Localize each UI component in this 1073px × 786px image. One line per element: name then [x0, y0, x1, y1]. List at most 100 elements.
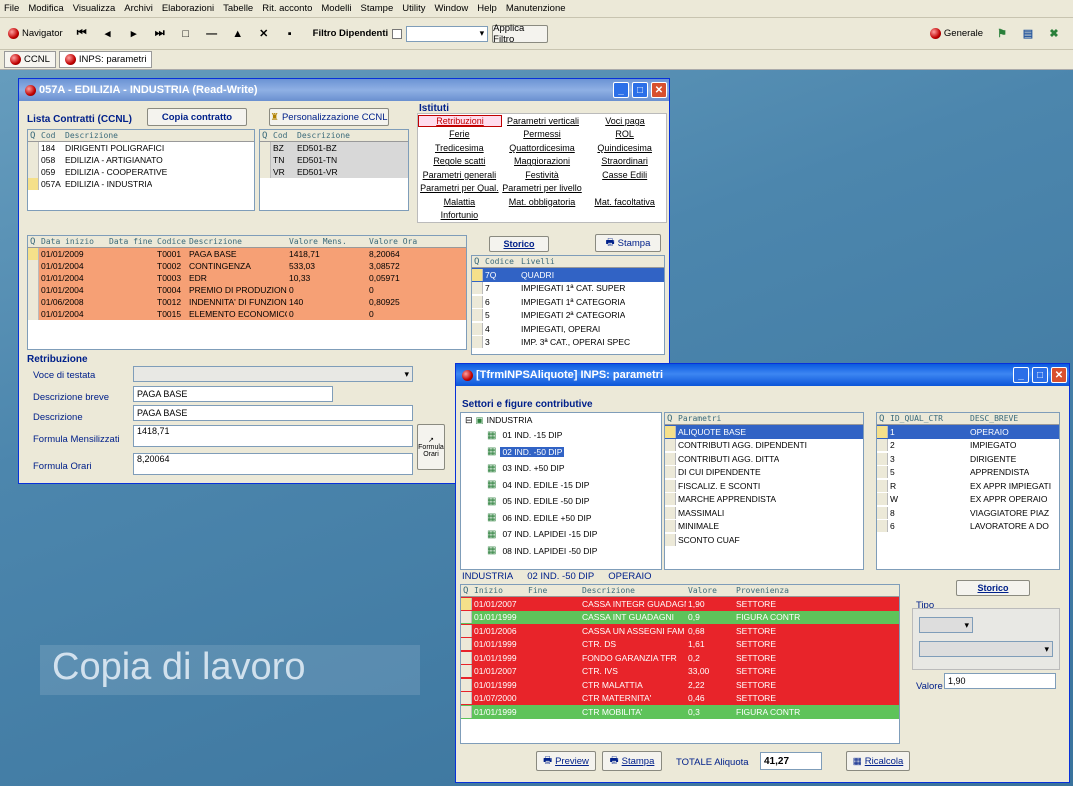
tipo-select-2[interactable]: ▾: [919, 641, 1053, 657]
table-row[interactable]: 8 VIAGGIATORE PIAZ: [877, 506, 1059, 520]
tree-root[interactable]: ⊟ ▣ INDUSTRIA: [461, 413, 661, 427]
table-row[interactable]: 01/01/1999 CTR MOBILITA' 0,3 FIGURA CONTR: [461, 705, 899, 719]
desc-breve-field[interactable]: PAGA BASE: [133, 386, 333, 402]
storico-button[interactable]: Storico: [489, 236, 549, 252]
descrizione-field[interactable]: PAGA BASE: [133, 405, 413, 421]
table-row[interactable]: 058 EDILIZIA - ARTIGIANATO: [28, 154, 254, 166]
table-row[interactable]: R EX APPR IMPIEGATI: [877, 479, 1059, 493]
cancel-icon[interactable]: ✕: [253, 23, 275, 45]
menu-item[interactable]: Tabelle: [223, 3, 253, 14]
inps-storico-button[interactable]: Storico: [956, 580, 1030, 596]
istituto-link[interactable]: Tredicesima: [418, 143, 501, 153]
table-row[interactable]: 059 EDILIZIA - COOPERATIVE: [28, 166, 254, 178]
next-record-icon[interactable]: ▸: [123, 23, 145, 45]
istituto-link[interactable]: Parametri per Qual.: [418, 183, 501, 193]
istituto-link[interactable]: Casse Edili: [583, 170, 666, 180]
tree-item[interactable]: ▦ 07 IND. LAPIDEI -15 DIP: [461, 526, 661, 543]
tree-item[interactable]: ▦ 03 IND. +50 DIP: [461, 460, 661, 477]
table-row[interactable]: 4 IMPIEGATI, OPERAI: [472, 322, 664, 336]
menu-item[interactable]: Window: [434, 3, 468, 14]
menu-item[interactable]: Utility: [402, 3, 425, 14]
last-record-icon[interactable]: ⏭: [149, 23, 171, 45]
inps-stampa-button[interactable]: 🖶 Stampa: [602, 751, 662, 771]
table-row[interactable]: 01/06/2008 T0012 INDENNITA' DI FUNZIONE 140…: [28, 296, 466, 308]
tool-icon-1[interactable]: ⚑: [991, 23, 1013, 45]
delete-record-icon[interactable]: —: [201, 23, 223, 45]
table-row[interactable]: 01/07/2000 CTR MATERNITA' 0,46 SETTORE: [461, 691, 899, 705]
minimize-icon[interactable]: _: [613, 82, 629, 98]
tree-item[interactable]: ▦ 02 IND. -50 DIP: [461, 444, 661, 461]
istituto-link[interactable]: Regole scatti: [418, 156, 501, 166]
istituto-link[interactable]: Mat. facoltativa: [583, 197, 666, 207]
table-row[interactable]: 5 IMPIEGATI 2ª CATEGORIA: [472, 309, 664, 323]
table-row[interactable]: MASSIMALI: [665, 506, 863, 520]
istituto-link[interactable]: Quattordicesima: [501, 143, 584, 153]
table-row[interactable]: 01/01/1999 CASSA INT GUADAGNI 0,9 FIGURA CO…: [461, 610, 899, 624]
table-row[interactable]: FISCALIZ. E SCONTI: [665, 479, 863, 493]
menu-item[interactable]: Archivi: [124, 3, 153, 14]
istituto-link[interactable]: Parametri per livello: [501, 183, 584, 193]
prev-record-icon[interactable]: ◂: [97, 23, 119, 45]
table-row[interactable]: 01/01/2006 CASSA UN ASSEGNI FAM 0,68 SETTOR…: [461, 624, 899, 638]
tree-item[interactable]: ▦ 01 IND. -15 DIP: [461, 427, 661, 444]
table-row[interactable]: 01/01/2009 T0001 PAGA BASE 1418,71 8,20064: [28, 248, 466, 260]
table-row[interactable]: 7Q QUADRI: [472, 268, 664, 282]
menu-item[interactable]: Visualizza: [73, 3, 116, 14]
tree-item[interactable]: ▦ 05 IND. EDILE -50 DIP: [461, 493, 661, 510]
table-row[interactable]: SCONTO CUAF: [665, 533, 863, 547]
close-icon[interactable]: ✕: [1051, 367, 1067, 383]
table-row[interactable]: 01/01/2004 T0015 ELEMENTO ECONOMICO 0 0: [28, 308, 466, 320]
table-row[interactable]: 01/01/1999 CTR. DS 1,61 SETTORE: [461, 637, 899, 651]
istituto-link[interactable]: Ferie: [418, 129, 501, 139]
first-record-icon[interactable]: ⏮: [71, 23, 93, 45]
istituto-link[interactable]: Infortunio: [418, 210, 501, 220]
table-row[interactable]: W EX APPR OPERAIO: [877, 493, 1059, 507]
menu-item[interactable]: Modifica: [28, 3, 63, 14]
valore-field[interactable]: 1,90: [944, 673, 1056, 689]
menu-item[interactable]: Elaborazioni: [162, 3, 214, 14]
navigator-button[interactable]: Navigator: [4, 23, 67, 45]
save-icon[interactable]: ▪: [279, 23, 301, 45]
tab-ccnl[interactable]: CCNL: [4, 51, 56, 68]
table-row[interactable]: CONTRIBUTI AGG. DITTA: [665, 452, 863, 466]
istituto-link[interactable]: Permessi: [501, 129, 584, 139]
istituto-link[interactable]: Maggiorazioni: [501, 156, 584, 166]
table-row[interactable]: BZ ED501-BZ: [260, 142, 408, 154]
menu-item[interactable]: Stampe: [361, 3, 394, 14]
tree-item[interactable]: ▦ 04 IND. EDILE -15 DIP: [461, 477, 661, 494]
table-row[interactable]: 7 IMPIEGATI 1ª CAT. SUPER: [472, 282, 664, 296]
menu-item[interactable]: Manutenzione: [506, 3, 566, 14]
stampa-button[interactable]: 🖶 Stampa: [595, 234, 661, 252]
istituto-link[interactable]: Malattia: [418, 197, 501, 207]
istituto-link[interactable]: ROL: [583, 129, 666, 139]
table-row[interactable]: 01/01/2004 T0004 PREMIO DI PRODUZIONE 0 0: [28, 284, 466, 296]
menu-item[interactable]: File: [4, 3, 19, 14]
istituto-link[interactable]: Parametri verticali: [502, 116, 584, 126]
filter-checkbox[interactable]: [392, 28, 403, 39]
table-row[interactable]: MARCHE APPRENDISTA: [665, 493, 863, 507]
table-row[interactable]: 01/01/1999 CTR MALATTIA 2,22 SETTORE: [461, 678, 899, 692]
personalizzazione-button[interactable]: ♜ Personalizzazione CCNL: [269, 108, 389, 126]
table-row[interactable]: 2 IMPIEGATO: [877, 439, 1059, 453]
filter-dropdown[interactable]: ▾: [406, 25, 489, 42]
table-row[interactable]: ALIQUOTE BASE: [665, 425, 863, 439]
copia-contratto-button[interactable]: Copia contratto: [147, 108, 247, 126]
table-row[interactable]: 057A EDILIZIA - INDUSTRIA: [28, 178, 254, 190]
table-row[interactable]: 01/01/2004 T0002 CONTINGENZA 533,03 3,08572: [28, 260, 466, 272]
istituto-link[interactable]: Festività: [501, 170, 584, 180]
tab-inps-parametri[interactable]: INPS: parametri: [58, 51, 153, 68]
table-row[interactable]: 1 OPERAIO: [877, 425, 1059, 439]
maximize-icon[interactable]: □: [632, 82, 648, 98]
menu-item[interactable]: Rit. acconto: [262, 3, 312, 14]
istituto-link[interactable]: Mat. obbligatoria: [501, 197, 584, 207]
istituto-link[interactable]: Quindicesima: [583, 143, 666, 153]
istituto-link[interactable]: Parametri generali: [418, 170, 501, 180]
formula-mens-field[interactable]: 1418,71: [133, 425, 413, 447]
menu-item[interactable]: Modelli: [321, 3, 351, 14]
close-icon[interactable]: ✕: [651, 82, 667, 98]
table-row[interactable]: TN ED501-TN: [260, 154, 408, 166]
tool-icon-2[interactable]: ▤: [1017, 23, 1039, 45]
tree-item[interactable]: ▦ 06 IND. EDILE +50 DIP: [461, 510, 661, 527]
formula-orari-field[interactable]: 8,20064: [133, 453, 413, 475]
table-row[interactable]: 5 APPRENDISTA: [877, 466, 1059, 480]
